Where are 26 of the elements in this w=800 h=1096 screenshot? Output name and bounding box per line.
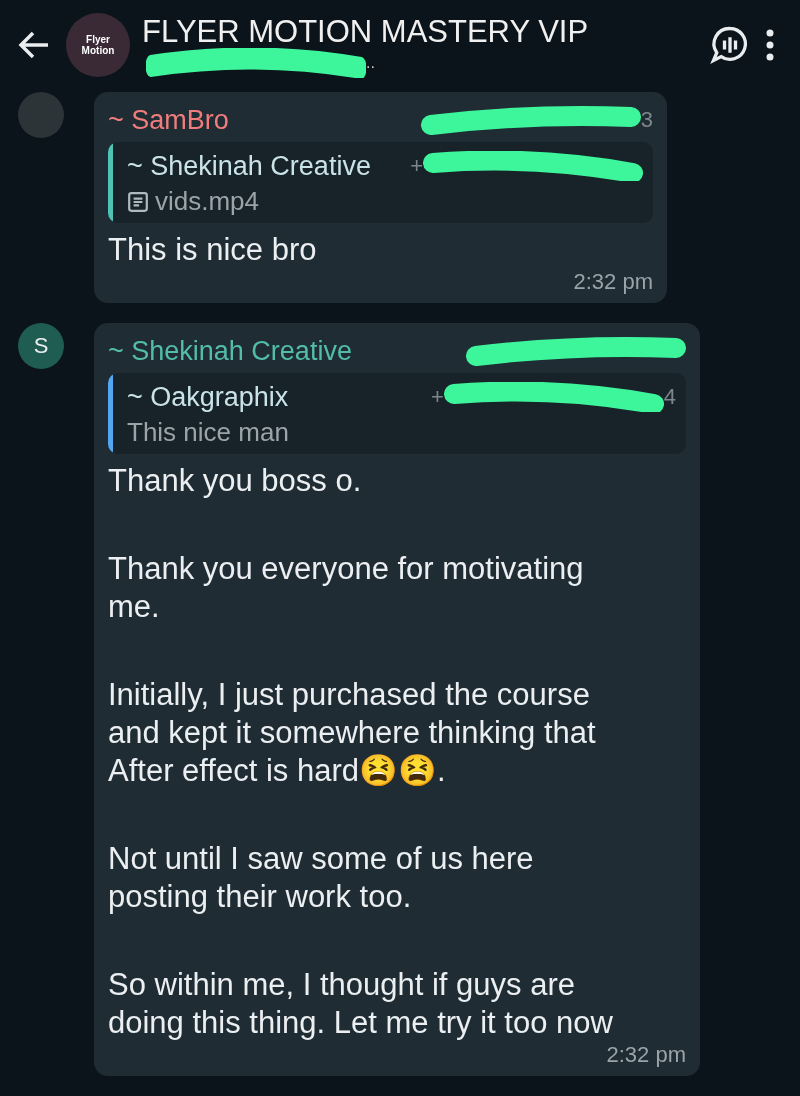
phone-fragment: +: [410, 153, 423, 179]
avatar-text: Flyer Motion: [80, 34, 116, 56]
group-title: FLYER MOTION MASTERY VIP: [142, 14, 590, 50]
quoted-sender: ~ Oakgraphix: [127, 381, 289, 413]
phone-fragment: 3: [640, 107, 653, 133]
message-text: Initially, I just purchased the course and kept it somewhere thinking that After effect is hard😫😫.: [108, 676, 597, 790]
phone-fragment: 4: [663, 384, 676, 410]
subtitle-ellipsis: ..: [366, 54, 375, 72]
quoted-message[interactable]: ~ Shekinah Creative + vids.mp4: [108, 142, 653, 223]
phone-fragment: +: [430, 384, 444, 410]
message-text: So within me, I thought if guys are doing this thing. Let me try it too now: [108, 966, 614, 1042]
quoted-sender: ~ Shekinah Creative: [127, 150, 371, 182]
quoted-text: This nice man: [127, 417, 289, 448]
message-time: 2:32 pm: [605, 1042, 686, 1068]
message-time: 2:32 pm: [572, 269, 653, 295]
message-text: This is nice bro: [108, 231, 318, 269]
sender-name[interactable]: ~ SamBro: [108, 104, 229, 136]
document-icon: [127, 190, 149, 213]
quoted-text: vids.mp4: [155, 186, 260, 217]
message-text: Not until I saw some of us here posting their work too.: [108, 840, 535, 916]
quoted-message[interactable]: ~ Oakgraphix + 4 This nice man: [108, 373, 686, 454]
sender-avatar[interactable]: S: [18, 323, 64, 369]
sender-name[interactable]: ~ Shekinah Creative: [108, 335, 352, 367]
group-avatar[interactable]: Flyer Motion: [66, 13, 130, 77]
message-text: Thank you boss o.: [108, 462, 363, 500]
message-text: Thank you everyone for motivating me.: [108, 550, 585, 626]
